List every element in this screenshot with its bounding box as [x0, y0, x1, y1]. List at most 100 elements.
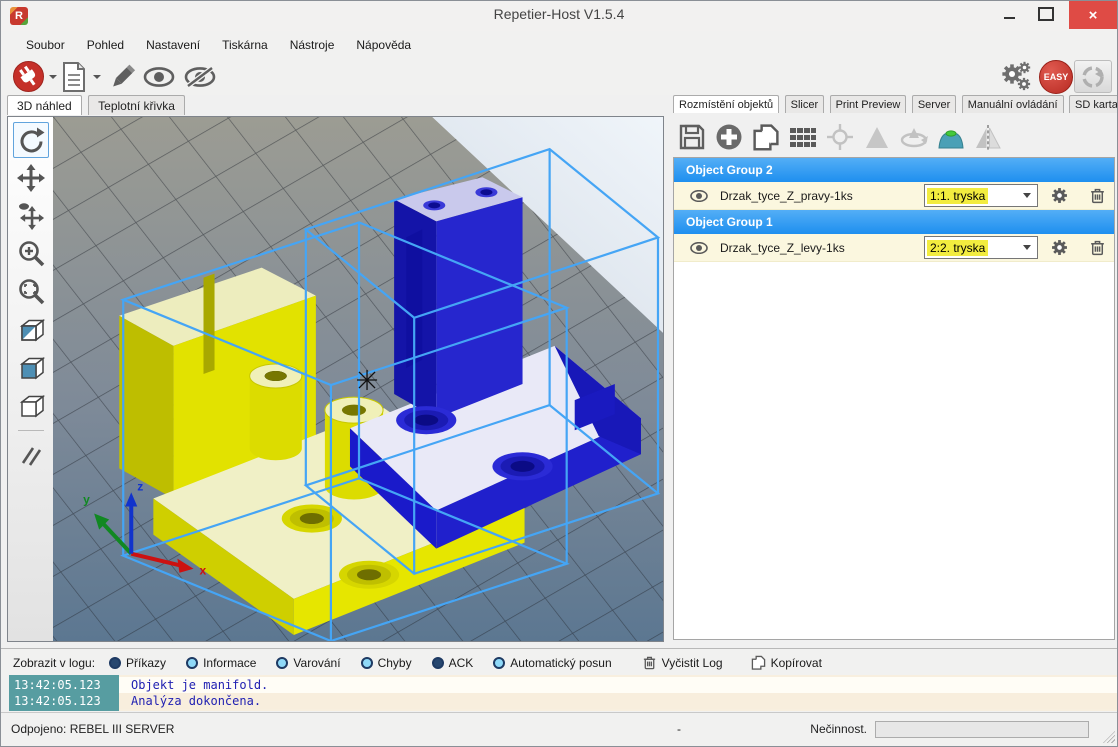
delete-object-trash-icon[interactable] [1089, 239, 1106, 256]
rotate-object-button[interactable] [899, 122, 929, 152]
reset-icon [1080, 64, 1106, 90]
extruder-select[interactable]: 2:2. tryska [924, 236, 1038, 259]
status-center: - [677, 722, 681, 736]
document-icon [61, 62, 87, 92]
menu-soubor[interactable]: Soubor [15, 34, 76, 56]
log-view[interactable]: 13:42:05.123 Objekt je manifold. 13:42:0… [1, 675, 1117, 711]
chevron-down-icon [1023, 193, 1031, 198]
tab-slicer[interactable]: Slicer [785, 95, 825, 113]
rotate-icon [17, 126, 45, 154]
center-icon [826, 123, 854, 151]
tab-print-preview[interactable]: Print Preview [830, 95, 907, 113]
connect-button[interactable] [13, 61, 44, 97]
window-title: Repetier-Host V1.5.4 [1, 6, 1117, 22]
center-object-button[interactable] [825, 122, 855, 152]
right-panel: Rozmístění objektů Slicer Print Preview … [673, 95, 1115, 648]
printer-settings-button[interactable] [1001, 61, 1037, 98]
hide-travel-button[interactable] [183, 67, 217, 92]
visibility-eye-icon[interactable] [690, 190, 708, 202]
viewport: x y z [7, 116, 664, 642]
object-group-header[interactable]: Object Group 1 [674, 210, 1114, 234]
chevron-down-icon [1023, 245, 1031, 250]
load-file-button[interactable] [61, 62, 87, 97]
load-dropdown-caret[interactable] [93, 75, 101, 79]
toggle-dot-icon [361, 657, 373, 669]
3d-scene[interactable]: x y z [53, 117, 663, 641]
menu-napoveda[interactable]: Nápověda [345, 34, 422, 56]
top-view-button[interactable] [13, 388, 49, 424]
toggle-dot-icon [109, 657, 121, 669]
zoom-fit-button[interactable] [13, 274, 49, 310]
pencil-icon [107, 62, 137, 92]
log-toggle-prikazy[interactable]: Příkazy [109, 656, 166, 670]
menu-nastroje[interactable]: Nástroje [279, 34, 346, 56]
object-settings-gear-icon[interactable] [1051, 187, 1068, 204]
resize-grip[interactable] [1103, 731, 1115, 743]
toggle-dot-icon [186, 657, 198, 669]
close-button[interactable]: × [1069, 1, 1117, 29]
menu-tiskarna[interactable]: Tiskárna [211, 34, 279, 56]
menu-nastaveni[interactable]: Nastavení [135, 34, 211, 56]
tab-server[interactable]: Server [912, 95, 956, 113]
minimize-icon [1004, 17, 1015, 19]
move-object-button[interactable] [13, 160, 49, 196]
trash-icon [642, 655, 657, 670]
edit-button[interactable] [107, 62, 137, 97]
object-settings-gear-icon[interactable] [1051, 239, 1068, 256]
autoposition-button[interactable] [788, 122, 818, 152]
save-button[interactable] [677, 122, 707, 152]
object-row[interactable]: Drzak_tyce_Z_pravy-1ks 1:1. tryska [674, 182, 1114, 210]
minimize-button[interactable] [993, 1, 1025, 27]
rotate-object-icon [899, 123, 929, 151]
maximize-button[interactable] [1029, 1, 1063, 27]
menu-pohled[interactable]: Pohled [76, 34, 135, 56]
log-toggle-autoposun[interactable]: Automatický posun [493, 656, 611, 670]
delete-object-trash-icon[interactable] [1089, 187, 1106, 204]
log-toggle-informace[interactable]: Informace [186, 656, 256, 670]
mirror-object-button[interactable] [973, 122, 1003, 152]
scale-icon [863, 123, 891, 151]
parallel-projection-button[interactable] [13, 437, 49, 473]
main-toolbar: EASY [1, 58, 1117, 96]
title-bar[interactable]: R Repetier-Host V1.5.4 × [1, 1, 1117, 31]
log-filter-bar: Zobrazit v logu: Příkazy Informace Varov… [1, 648, 1117, 676]
tab-3d-nahled[interactable]: 3D náhled [7, 95, 82, 115]
eye-off-icon [183, 67, 217, 87]
tab-rozmisteni-objektu[interactable]: Rozmístění objektů [673, 95, 779, 113]
log-toggle-ack[interactable]: ACK [432, 656, 474, 670]
scale-object-button[interactable] [862, 122, 892, 152]
tab-sd-karta[interactable]: SD karta [1069, 95, 1118, 113]
clear-log-button[interactable]: Vyčistit Log [642, 655, 723, 670]
progress-bar [875, 721, 1089, 738]
show-filament-button[interactable] [143, 67, 175, 92]
isometric-view-button[interactable] [13, 312, 49, 348]
copy-log-button[interactable]: Kopírovat [751, 655, 822, 670]
copy-object-button[interactable] [751, 122, 781, 152]
tab-teplotni-krivka[interactable]: Teplotní křivka [88, 95, 185, 115]
emergency-stop-button[interactable] [1074, 60, 1112, 93]
rotate-view-button[interactable] [13, 122, 49, 158]
toolbar-divider [18, 430, 44, 431]
visibility-eye-icon[interactable] [690, 242, 708, 254]
tab-manualni-ovladani[interactable]: Manuální ovládání [962, 95, 1064, 113]
autoposition-icon [789, 123, 817, 151]
add-icon [715, 123, 743, 151]
easy-mode-button[interactable]: EASY [1039, 60, 1073, 94]
zoom-fit-icon [17, 278, 45, 306]
log-toggle-chyby[interactable]: Chyby [361, 656, 412, 670]
move-viewpoint-button[interactable] [13, 198, 49, 234]
extruder-select[interactable]: 1:1. tryska [924, 184, 1038, 207]
main-area: 3D náhled Teplotní křivka [1, 95, 1117, 648]
object-row[interactable]: Drzak_tyce_Z_levy-1ks 2:2. tryska [674, 234, 1114, 262]
menu-bar: Soubor Pohled Nastavení Tiskárna Nástroj… [1, 31, 1117, 58]
add-object-button[interactable] [714, 122, 744, 152]
toggle-dot-icon [432, 657, 444, 669]
front-view-button[interactable] [13, 350, 49, 386]
connect-dropdown-caret[interactable] [49, 75, 57, 79]
right-tabs: Rozmístění objektů Slicer Print Preview … [673, 95, 1118, 116]
zoom-in-button[interactable] [13, 236, 49, 272]
lay-flat-button[interactable] [936, 122, 966, 152]
toggle-dot-icon [276, 657, 288, 669]
object-group-header[interactable]: Object Group 2 [674, 158, 1114, 182]
log-toggle-varovani[interactable]: Varování [276, 656, 340, 670]
